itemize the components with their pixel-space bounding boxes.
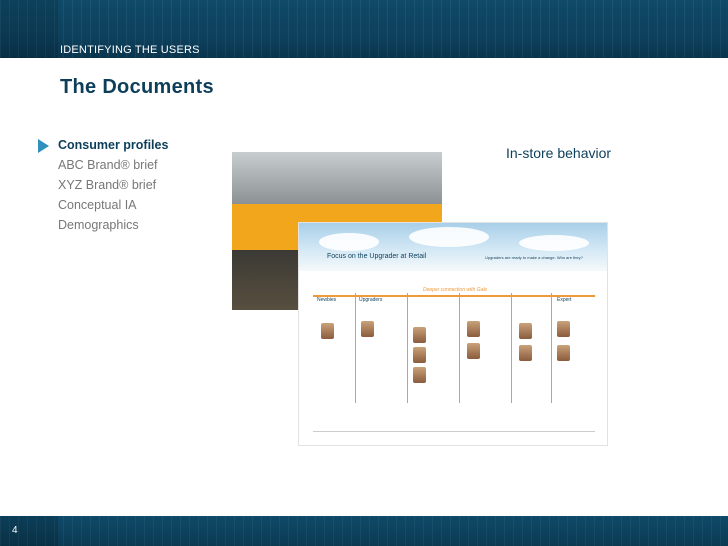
- list-item-consumer-profiles[interactable]: Consumer profiles: [58, 135, 168, 155]
- persona-photo: [557, 345, 570, 361]
- footer-pattern: [0, 516, 728, 546]
- photo-ceiling: [232, 152, 442, 204]
- list-item-demographics[interactable]: Demographics: [58, 215, 168, 235]
- persona-photo: [321, 323, 334, 339]
- divider-line: [407, 293, 408, 403]
- thumbnail-subtitle: Upgraders are ready to make a change. Wh…: [485, 255, 583, 260]
- cloud-shape: [519, 235, 589, 251]
- list-item-xyz-brief[interactable]: XYZ Brand® brief: [58, 175, 168, 195]
- stage-label-expert: Expert: [557, 297, 572, 303]
- persona-photo: [361, 321, 374, 337]
- divider-line: [459, 293, 460, 403]
- persona-photo: [413, 347, 426, 363]
- footer-bar: [0, 516, 728, 546]
- page-number: 4: [12, 525, 18, 536]
- collage-caption: In-store behavior: [506, 145, 612, 161]
- section-label: IDENTIFYING THE USERS: [60, 44, 200, 56]
- divider-line: [511, 293, 512, 403]
- persona-photo: [557, 321, 570, 337]
- cloud-shape: [409, 227, 489, 247]
- divider-line: [551, 293, 552, 403]
- stage-label-newbies: Newbies: [317, 297, 337, 303]
- persona-photo: [519, 323, 532, 339]
- persona-photo: [467, 343, 480, 359]
- cloud-shape: [319, 233, 379, 251]
- list-item-abc-brief[interactable]: ABC Brand® brief: [58, 155, 168, 175]
- document-list: Consumer profiles ABC Brand® brief XYZ B…: [58, 135, 168, 235]
- persona-photo: [467, 321, 480, 337]
- slide-thumbnail: Focus on the Upgrader at Retail Upgrader…: [298, 222, 608, 446]
- persona-photo: [413, 367, 426, 383]
- footer-corner-block: [0, 516, 58, 546]
- thumbnail-arrow-text: Deeper connection with Gale: [423, 287, 488, 293]
- persona-photo: [519, 345, 532, 361]
- divider-line: [355, 293, 356, 403]
- thumbnail-title: Focus on the Upgrader at Retail: [327, 253, 427, 260]
- page-title: The Documents: [60, 76, 214, 98]
- thumbnail-footer-rule: [313, 431, 595, 432]
- persona-photo: [413, 327, 426, 343]
- bullet-arrow-icon: [38, 139, 49, 153]
- header-corner-block: [0, 0, 58, 58]
- list-item-conceptual-ia[interactable]: Conceptual IA: [58, 195, 168, 215]
- stage-label-upgraders: Upgraders: [359, 297, 383, 303]
